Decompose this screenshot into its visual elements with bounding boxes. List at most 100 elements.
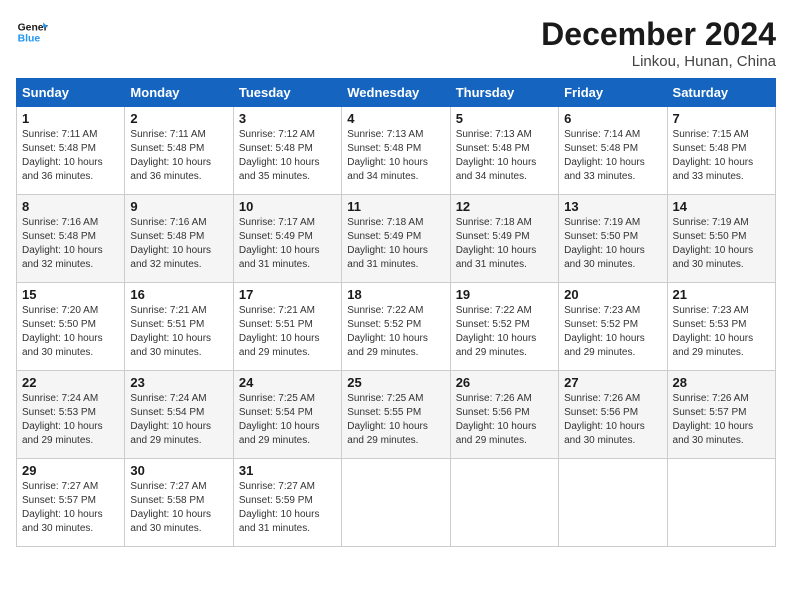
day-number-16: 16 xyxy=(130,287,227,302)
day-info-3: Sunrise: 7:12 AMSunset: 5:48 PMDaylight:… xyxy=(239,128,336,184)
empty-cell xyxy=(342,459,450,547)
calendar-row-3: 15 Sunrise: 7:20 AMSunset: 5:50 PMDayligh… xyxy=(17,283,776,371)
day-info-2: Sunrise: 7:11 AMSunset: 5:48 PMDaylight:… xyxy=(130,128,227,184)
header: General Blue December 2024 Linkou, Hunan… xyxy=(16,16,776,70)
calendar-day-15: 15 Sunrise: 7:20 AMSunset: 5:50 PMDayligh… xyxy=(17,283,125,371)
day-info-17: Sunrise: 7:21 AMSunset: 5:51 PMDaylight:… xyxy=(239,304,336,360)
calendar-day-3: 3 Sunrise: 7:12 AMSunset: 5:48 PMDaylight… xyxy=(233,107,341,195)
header-tuesday: Tuesday xyxy=(233,79,341,107)
day-info-15: Sunrise: 7:20 AMSunset: 5:50 PMDaylight:… xyxy=(22,304,119,360)
day-number-21: 21 xyxy=(673,287,770,302)
calendar-day-29: 29 Sunrise: 7:27 AMSunset: 5:57 PMDayligh… xyxy=(17,459,125,547)
calendar-day-24: 24 Sunrise: 7:25 AMSunset: 5:54 PMDayligh… xyxy=(233,371,341,459)
calendar-day-22: 22 Sunrise: 7:24 AMSunset: 5:53 PMDayligh… xyxy=(17,371,125,459)
day-number-3: 3 xyxy=(239,111,336,126)
calendar-day-8: 8 Sunrise: 7:16 AMSunset: 5:48 PMDaylight… xyxy=(17,195,125,283)
day-info-1: Sunrise: 7:11 AMSunset: 5:48 PMDaylight:… xyxy=(22,128,119,184)
calendar-day-9: 9Sunrise: 7:16 AMSunset: 5:48 PMDaylight… xyxy=(125,195,233,283)
day-info-30: Sunrise: 7:27 AMSunset: 5:58 PMDaylight:… xyxy=(130,480,227,536)
calendar-day-18: 18Sunrise: 7:22 AMSunset: 5:52 PMDayligh… xyxy=(342,283,450,371)
calendar-table: Sunday Monday Tuesday Wednesday Thursday… xyxy=(16,78,776,547)
calendar-day-17: 17 Sunrise: 7:21 AMSunset: 5:51 PMDayligh… xyxy=(233,283,341,371)
calendar-row-4: 22 Sunrise: 7:24 AMSunset: 5:53 PMDayligh… xyxy=(17,371,776,459)
day-number-14: 14 xyxy=(673,199,770,214)
calendar-day-27: 27 Sunrise: 7:26 AMSunset: 5:56 PMDayligh… xyxy=(559,371,667,459)
day-info-20: Sunrise: 7:23 AMSunset: 5:52 PMDaylight:… xyxy=(564,304,661,360)
calendar-day-20: 20 Sunrise: 7:23 AMSunset: 5:52 PMDayligh… xyxy=(559,283,667,371)
day-info-24: Sunrise: 7:25 AMSunset: 5:54 PMDaylight:… xyxy=(239,392,336,448)
day-number-5: 5 xyxy=(456,111,553,126)
day-info-4: Sunrise: 7:13 AMSunset: 5:48 PMDaylight:… xyxy=(347,128,444,184)
calendar-day-28: 28 Sunrise: 7:26 AMSunset: 5:57 PMDayligh… xyxy=(667,371,775,459)
day-number-11: 11 xyxy=(347,199,444,214)
header-saturday: Saturday xyxy=(667,79,775,107)
day-number-19: 19 xyxy=(456,287,553,302)
day-info-23: Sunrise: 7:24 AMSunset: 5:54 PMDaylight:… xyxy=(130,392,227,448)
calendar-day-11: 11 Sunrise: 7:18 AMSunset: 5:49 PMDayligh… xyxy=(342,195,450,283)
calendar-day-13: 13 Sunrise: 7:19 AMSunset: 5:50 PMDayligh… xyxy=(559,195,667,283)
calendar-day-2: 2 Sunrise: 7:11 AMSunset: 5:48 PMDaylight… xyxy=(125,107,233,195)
calendar-row-2: 8 Sunrise: 7:16 AMSunset: 5:48 PMDaylight… xyxy=(17,195,776,283)
day-number-26: 26 xyxy=(456,375,553,390)
calendar-day-6: 6Sunrise: 7:14 AMSunset: 5:48 PMDaylight… xyxy=(559,107,667,195)
day-number-31: 31 xyxy=(239,463,336,478)
day-info-28: Sunrise: 7:26 AMSunset: 5:57 PMDaylight:… xyxy=(673,392,770,448)
day-info-29: Sunrise: 7:27 AMSunset: 5:57 PMDaylight:… xyxy=(22,480,119,536)
day-info-21: Sunrise: 7:23 AMSunset: 5:53 PMDaylight:… xyxy=(673,304,770,360)
day-number-22: 22 xyxy=(22,375,119,390)
day-info-14: Sunrise: 7:19 AMSunset: 5:50 PMDaylight:… xyxy=(673,216,770,272)
day-number-29: 29 xyxy=(22,463,119,478)
logo-icon: General Blue xyxy=(16,16,48,48)
day-info-12: Sunrise: 7:18 AMSunset: 5:49 PMDaylight:… xyxy=(456,216,553,272)
day-number-24: 24 xyxy=(239,375,336,390)
day-number-2: 2 xyxy=(130,111,227,126)
day-number-1: 1 xyxy=(22,111,119,126)
day-number-30: 30 xyxy=(130,463,227,478)
day-number-25: 25 xyxy=(347,375,444,390)
calendar-day-26: 26 Sunrise: 7:26 AMSunset: 5:56 PMDayligh… xyxy=(450,371,558,459)
calendar-day-21: 21 Sunrise: 7:23 AMSunset: 5:53 PMDayligh… xyxy=(667,283,775,371)
header-wednesday: Wednesday xyxy=(342,79,450,107)
day-info-27: Sunrise: 7:26 AMSunset: 5:56 PMDaylight:… xyxy=(564,392,661,448)
calendar-day-19: 19Sunrise: 7:22 AMSunset: 5:52 PMDayligh… xyxy=(450,283,558,371)
day-info-8: Sunrise: 7:16 AMSunset: 5:48 PMDaylight:… xyxy=(22,216,119,272)
day-number-8: 8 xyxy=(22,199,119,214)
weekday-header-row: Sunday Monday Tuesday Wednesday Thursday… xyxy=(17,79,776,107)
day-number-4: 4 xyxy=(347,111,444,126)
day-info-10: Sunrise: 7:17 AMSunset: 5:49 PMDaylight:… xyxy=(239,216,336,272)
calendar-row-1: 1 Sunrise: 7:11 AMSunset: 5:48 PMDaylight… xyxy=(17,107,776,195)
calendar-row-5: 29 Sunrise: 7:27 AMSunset: 5:57 PMDayligh… xyxy=(17,459,776,547)
day-number-9: 9 xyxy=(130,199,227,214)
day-number-12: 12 xyxy=(456,199,553,214)
day-number-10: 10 xyxy=(239,199,336,214)
header-friday: Friday xyxy=(559,79,667,107)
calendar-day-5: 5Sunrise: 7:13 AMSunset: 5:48 PMDaylight… xyxy=(450,107,558,195)
day-info-25: Sunrise: 7:25 AMSunset: 5:55 PMDaylight:… xyxy=(347,392,444,448)
empty-cell xyxy=(559,459,667,547)
calendar-day-16: 16 Sunrise: 7:21 AMSunset: 5:51 PMDayligh… xyxy=(125,283,233,371)
day-number-6: 6 xyxy=(564,111,661,126)
calendar-day-4: 4 Sunrise: 7:13 AMSunset: 5:48 PMDaylight… xyxy=(342,107,450,195)
calendar-day-12: 12 Sunrise: 7:18 AMSunset: 5:49 PMDayligh… xyxy=(450,195,558,283)
day-info-18: Sunrise: 7:22 AMSunset: 5:52 PMDaylight:… xyxy=(347,304,444,360)
svg-text:Blue: Blue xyxy=(18,34,41,45)
calendar-day-10: 10 Sunrise: 7:17 AMSunset: 5:49 PMDayligh… xyxy=(233,195,341,283)
day-number-20: 20 xyxy=(564,287,661,302)
logo: General Blue xyxy=(16,16,48,48)
day-info-11: Sunrise: 7:18 AMSunset: 5:49 PMDaylight:… xyxy=(347,216,444,272)
calendar-day-31: 31 Sunrise: 7:27 AMSunset: 5:59 PMDayligh… xyxy=(233,459,341,547)
day-number-15: 15 xyxy=(22,287,119,302)
day-info-13: Sunrise: 7:19 AMSunset: 5:50 PMDaylight:… xyxy=(564,216,661,272)
day-number-13: 13 xyxy=(564,199,661,214)
day-number-27: 27 xyxy=(564,375,661,390)
day-info-16: Sunrise: 7:21 AMSunset: 5:51 PMDaylight:… xyxy=(130,304,227,360)
empty-cell xyxy=(450,459,558,547)
day-info-26: Sunrise: 7:26 AMSunset: 5:56 PMDaylight:… xyxy=(456,392,553,448)
day-info-31: Sunrise: 7:27 AMSunset: 5:59 PMDaylight:… xyxy=(239,480,336,536)
header-thursday: Thursday xyxy=(450,79,558,107)
day-number-28: 28 xyxy=(673,375,770,390)
day-number-17: 17 xyxy=(239,287,336,302)
day-info-22: Sunrise: 7:24 AMSunset: 5:53 PMDaylight:… xyxy=(22,392,119,448)
calendar-day-23: 23Sunrise: 7:24 AMSunset: 5:54 PMDayligh… xyxy=(125,371,233,459)
title-area: December 2024 Linkou, Hunan, China xyxy=(541,16,776,70)
